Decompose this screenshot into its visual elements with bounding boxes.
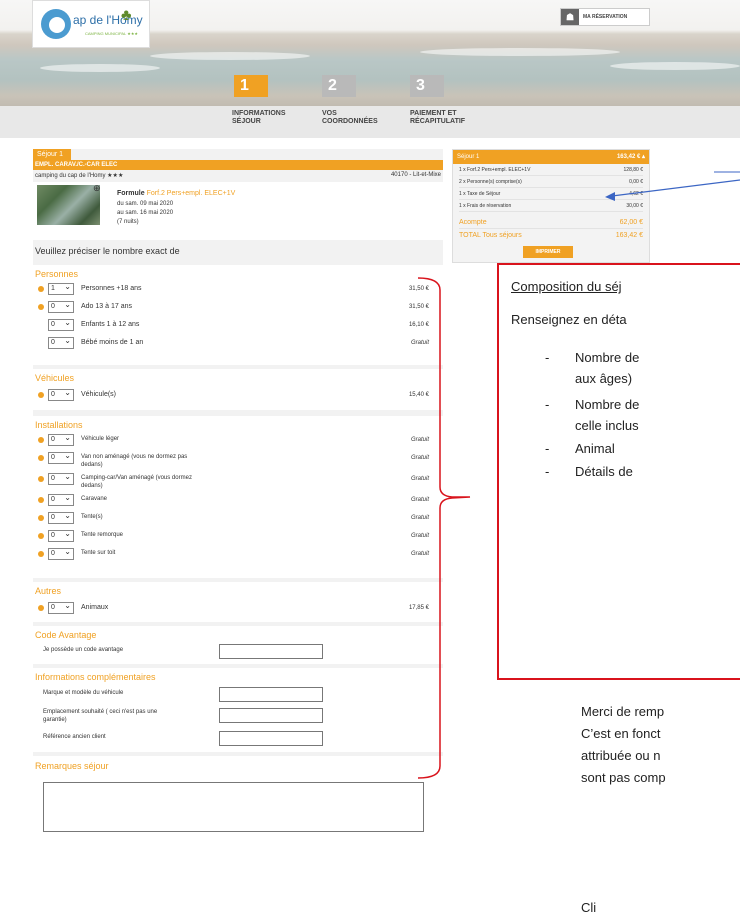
bullet-dash: - (545, 464, 550, 479)
callout-intro: Renseignez en déta (511, 312, 627, 327)
body-text-line: C’est en fonct (581, 726, 661, 741)
bullet-dash: - (545, 350, 550, 365)
bullet-text: Animal (575, 441, 615, 456)
bullet-text: Détails de (575, 464, 633, 479)
arrow-head-icon (605, 192, 615, 201)
body-text-line: sont pas comp (581, 770, 666, 785)
bullet-text: Nombre de (575, 350, 640, 365)
brace-bracket (417, 277, 471, 779)
info-callout-box: Composition du séj Renseignez en déta - … (497, 263, 740, 680)
bullet-dash: - (545, 397, 550, 412)
body-text-line: attribuée ou n (581, 748, 661, 763)
bullet-dash: - (545, 441, 550, 456)
bullet-text-cont: aux âges) (575, 371, 633, 386)
bullet-text-cont: celle inclus (575, 418, 639, 433)
pointer-arrow (611, 179, 740, 197)
body-text-line: Cli (581, 900, 597, 915)
bullet-text: Nombre de (575, 397, 640, 412)
body-text-line: Merci de remp (581, 704, 665, 719)
callout-title: Composition du séj (511, 279, 622, 294)
